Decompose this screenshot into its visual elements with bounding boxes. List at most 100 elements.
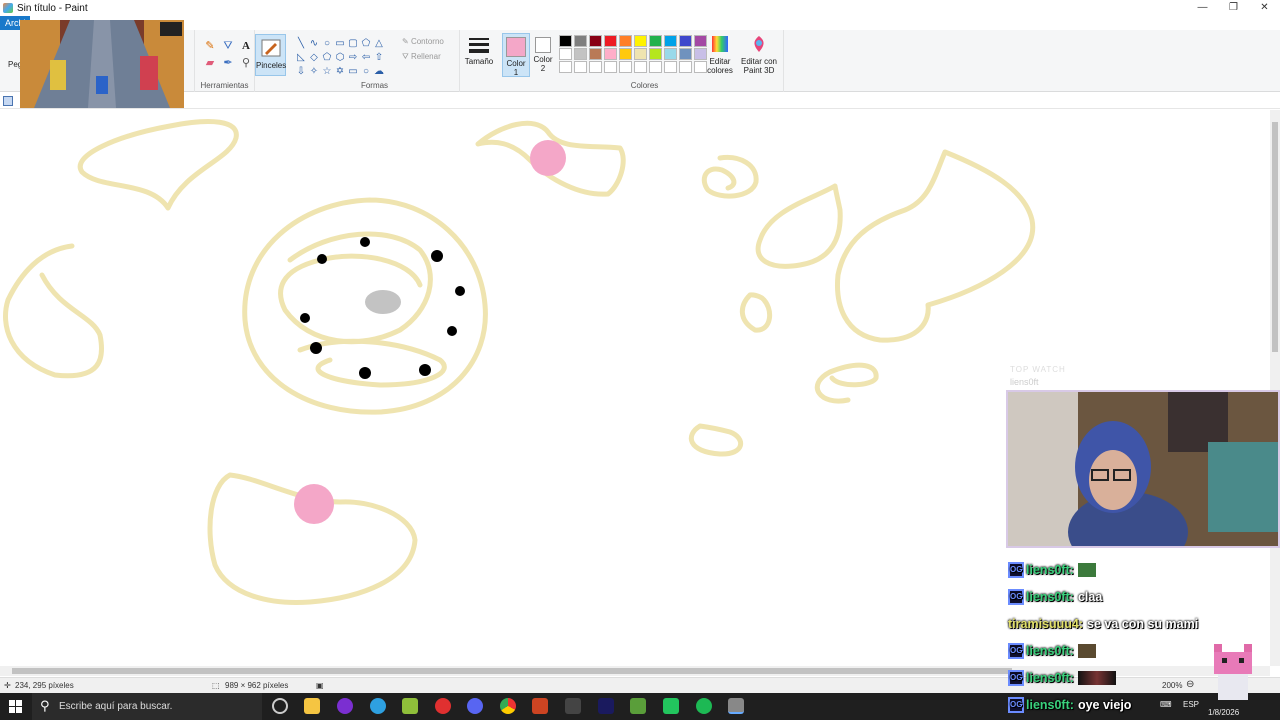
voicemeeter-icon[interactable]	[532, 698, 548, 714]
polygon-shape-icon[interactable]: ⬠	[360, 37, 372, 50]
palette-swatch[interactable]	[619, 35, 632, 47]
text-tool-icon[interactable]: A	[239, 39, 253, 53]
telegram-icon[interactable]	[370, 698, 386, 714]
chat-user: liens0ft:	[1026, 698, 1074, 712]
close-button[interactable]: ✕	[1249, 0, 1280, 16]
palette-swatch[interactable]	[559, 35, 572, 47]
chrome-icon[interactable]	[500, 698, 516, 714]
spotify-icon[interactable]	[696, 698, 712, 714]
line-shape-icon[interactable]: ╲	[295, 37, 307, 50]
palette-swatch[interactable]	[619, 61, 632, 73]
star4-shape-icon[interactable]: ✧	[308, 65, 320, 78]
curve-shape-icon[interactable]: ∿	[308, 37, 320, 50]
palette-swatch[interactable]	[604, 35, 617, 47]
palette-swatch[interactable]	[679, 35, 692, 47]
chat-message: OG liens0ft:	[1008, 559, 1096, 581]
color1-button[interactable]: Color 1	[502, 33, 530, 77]
palette-swatch[interactable]	[664, 35, 677, 47]
palette-swatch[interactable]	[574, 61, 587, 73]
palette-swatch[interactable]	[634, 35, 647, 47]
arrow-up-shape-icon[interactable]: ⇧	[373, 51, 385, 64]
arrow-down-shape-icon[interactable]: ⇩	[295, 65, 307, 78]
task-view-icon[interactable]	[272, 698, 288, 714]
color2-button[interactable]: Color 2	[532, 37, 554, 73]
arrow-left-shape-icon[interactable]: ⇦	[360, 51, 372, 64]
callout-oval-shape-icon[interactable]: ○	[360, 65, 372, 78]
outline-option[interactable]: ✎ Contorno	[402, 37, 444, 46]
callout-rect-shape-icon[interactable]: ▭	[347, 65, 359, 78]
right-triangle-shape-icon[interactable]: ◺	[295, 51, 307, 64]
brushes-label: Pinceles	[256, 61, 287, 70]
canva-icon[interactable]	[337, 698, 353, 714]
palette-swatch[interactable]	[664, 61, 677, 73]
size-button[interactable]: Tamaño	[463, 36, 495, 66]
title-bar: Sin título - Paint — ❐ ✕	[0, 0, 1280, 16]
hexagon-shape-icon[interactable]: ⬡	[334, 51, 346, 64]
screen: Sin título - Paint — ❐ ✕ Archivo Pegar ✎…	[0, 0, 1280, 720]
palette-swatch[interactable]	[589, 35, 602, 47]
star6-shape-icon[interactable]: ✡	[334, 65, 346, 78]
pink-blob-bottom	[294, 484, 334, 524]
file-explorer-icon[interactable]	[304, 698, 320, 714]
pentagon-shape-icon[interactable]: ⬠	[321, 51, 333, 64]
edit-colors-button[interactable]: Editar colores	[706, 34, 734, 75]
pencil-icon[interactable]: ✎	[203, 39, 217, 53]
palette-swatch[interactable]	[679, 61, 692, 73]
paint3d-button[interactable]: Editar con Paint 3D	[740, 34, 778, 75]
palette-swatch[interactable]	[604, 48, 617, 60]
premiere-icon[interactable]	[598, 698, 614, 714]
palette-swatch[interactable]	[634, 48, 647, 60]
palette-swatch[interactable]	[649, 48, 662, 60]
game-video-overlay	[20, 20, 184, 108]
network-app-icon[interactable]	[565, 698, 581, 714]
red-app-icon[interactable]	[435, 698, 451, 714]
minimize-button[interactable]: —	[1187, 0, 1218, 16]
diamond-shape-icon[interactable]: ◇	[308, 51, 320, 64]
palette-swatch[interactable]	[679, 48, 692, 60]
windows-start-icon[interactable]	[9, 700, 22, 713]
game-icon[interactable]	[402, 698, 418, 714]
color2-label: Color	[533, 55, 553, 64]
palette-swatch[interactable]	[649, 61, 662, 73]
palette-swatch[interactable]	[649, 35, 662, 47]
palette-swatch[interactable]	[574, 48, 587, 60]
triangle-shape-icon[interactable]: △	[373, 37, 385, 50]
discord-icon[interactable]	[467, 698, 483, 714]
palette-swatch[interactable]	[619, 48, 632, 60]
brushes-button[interactable]: Pinceles	[255, 34, 286, 76]
taskbar-search[interactable]: ⚲ Escribe aquí para buscar.	[32, 693, 262, 720]
rounded-rect-shape-icon[interactable]: ▢	[347, 37, 359, 50]
chat-message: OG liens0ft:	[1008, 640, 1096, 662]
magnifier-icon[interactable]: ⚲	[239, 56, 253, 70]
paint-taskbar-icon[interactable]	[728, 698, 744, 714]
emote-icon	[1077, 671, 1116, 685]
palette-swatch[interactable]	[604, 61, 617, 73]
fill-bucket-icon[interactable]: ⛛	[221, 39, 235, 53]
star5-shape-icon[interactable]: ☆	[321, 65, 333, 78]
palette-swatch[interactable]	[559, 61, 572, 73]
palette-swatch[interactable]	[634, 61, 647, 73]
fill-option[interactable]: ⛛ Rellenar	[402, 52, 441, 62]
vertical-scroll-thumb[interactable]	[1272, 122, 1278, 352]
save-icon[interactable]	[3, 96, 13, 106]
oval-shape-icon[interactable]: ○	[321, 37, 333, 50]
palette-swatch[interactable]	[589, 61, 602, 73]
top-left-blob	[77, 119, 239, 211]
kick-icon[interactable]	[663, 698, 679, 714]
small-oval-1	[701, 154, 759, 199]
chat-text: claa	[1077, 590, 1103, 604]
color-picker-icon[interactable]: ✒	[221, 56, 235, 70]
rectangle-shape-icon[interactable]: ▭	[334, 37, 346, 50]
palette-swatch[interactable]	[559, 48, 572, 60]
horizontal-scroll-thumb[interactable]	[12, 668, 1012, 674]
palette-swatch[interactable]	[664, 48, 677, 60]
outline-icon: ✎	[402, 37, 411, 46]
callout-cloud-shape-icon[interactable]: ☁	[373, 65, 385, 78]
palette-swatch[interactable]	[589, 48, 602, 60]
color-wheel-icon	[712, 36, 728, 52]
arrow-right-shape-icon[interactable]: ⇨	[347, 51, 359, 64]
palette-swatch[interactable]	[574, 35, 587, 47]
restore-button[interactable]: ❐	[1218, 0, 1249, 16]
minecraft-icon[interactable]	[630, 698, 646, 714]
eraser-icon[interactable]: ▰	[203, 56, 217, 70]
